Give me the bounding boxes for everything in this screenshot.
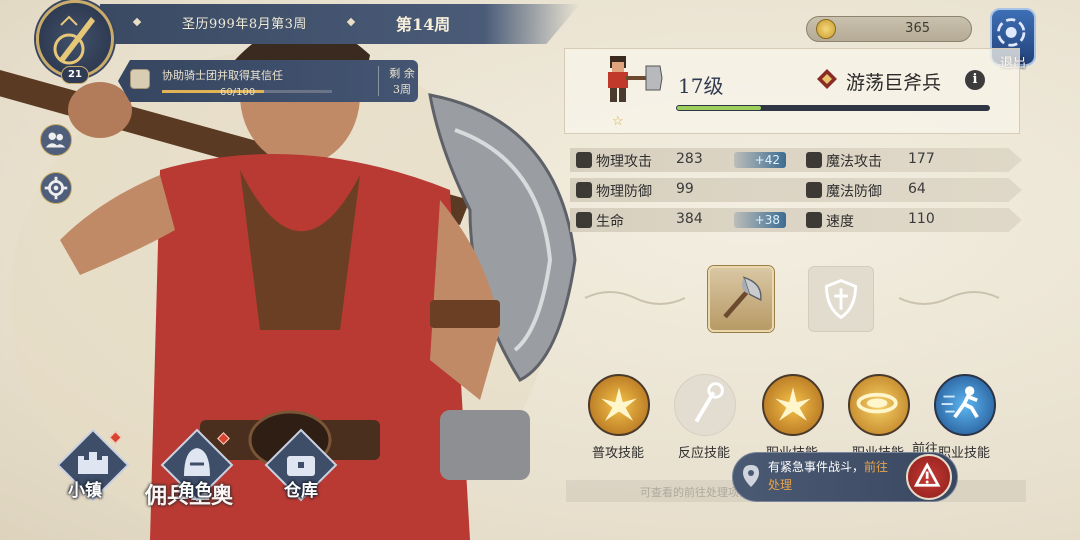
calendar-date: 圣历999年8月第3周 xyxy=(182,17,307,32)
shield-icon xyxy=(576,182,592,198)
burst-icon xyxy=(601,387,637,421)
armor-slot[interactable] xyxy=(808,266,874,332)
gear-icon xyxy=(44,176,68,200)
nav-town-label: 小镇 xyxy=(68,481,102,501)
stat-bonus-patk: +42 xyxy=(734,152,786,168)
quest-divider xyxy=(378,66,379,96)
shield-slot-icon xyxy=(824,279,858,320)
stat-value-hp: 384 xyxy=(676,211,703,227)
class-diamond-icon xyxy=(817,69,837,89)
wand-icon xyxy=(806,152,822,168)
stat-label-speed: 速度 xyxy=(826,214,854,230)
sword-icon xyxy=(576,152,592,168)
skill-class-3[interactable] xyxy=(934,374,996,436)
quest-remaining-value: 3周 xyxy=(393,83,411,96)
quest-title: 协助骑士团并取得其信任 xyxy=(162,69,283,82)
stat-value-patk: 283 xyxy=(676,151,703,167)
unit-class-name: 游荡巨斧兵 xyxy=(846,72,942,94)
player-level-badge: 21 xyxy=(61,66,89,84)
xp-fill xyxy=(677,106,762,110)
quest-scroll-icon xyxy=(130,69,150,89)
gold-amount: 365 xyxy=(905,21,930,36)
alert-icon xyxy=(913,462,941,487)
skill-basic-attack[interactable] xyxy=(588,374,650,436)
urgent-go-link-1[interactable]: 前往 xyxy=(864,460,888,474)
week-counter: 第14周 xyxy=(396,15,451,34)
stat-value-mdef: 64 xyxy=(908,181,926,197)
stat-label-matk: 魔法攻击 xyxy=(826,154,882,170)
nav-character-label: 角色 xyxy=(178,481,212,501)
stat-value-matk: 177 xyxy=(908,151,935,167)
stat-label-hp: 生命 xyxy=(596,214,624,230)
hat-icon xyxy=(806,182,822,198)
quest-progress-text: 60/100 xyxy=(220,87,256,98)
sword-crest-icon xyxy=(53,15,95,65)
unit-level: 17级 xyxy=(678,74,724,98)
party-button[interactable] xyxy=(40,124,72,156)
skill-class-2[interactable] xyxy=(848,374,910,436)
ornament-left xyxy=(584,291,686,305)
top-banner xyxy=(100,4,580,44)
quest-remaining: 剩 余 3周 xyxy=(382,66,422,98)
staff-icon xyxy=(694,382,724,423)
map-pin-icon xyxy=(743,465,759,487)
stat-row xyxy=(570,208,1022,232)
skill-reaction[interactable] xyxy=(674,374,736,436)
burst-icon xyxy=(775,387,811,421)
stat-label-patk: 物理攻击 xyxy=(596,154,652,170)
stat-value-pdef: 99 xyxy=(676,181,694,197)
stat-label-pdef: 物理防御 xyxy=(596,184,652,200)
urgent-go-link-2[interactable]: 处理 xyxy=(768,478,792,492)
ornament-right xyxy=(898,291,1000,305)
whirl-icon xyxy=(856,392,898,414)
quest-remaining-label: 剩 余 xyxy=(389,67,415,80)
alert-button[interactable] xyxy=(906,454,952,500)
stat-value-speed: 110 xyxy=(908,211,935,227)
runner-icon xyxy=(941,386,979,419)
heart-icon xyxy=(576,212,592,228)
coin-icon xyxy=(816,19,836,39)
people-icon xyxy=(45,132,66,148)
axe-icon xyxy=(723,276,762,319)
weapon-slot[interactable] xyxy=(708,266,774,332)
skill-label-0: 普攻技能 xyxy=(591,446,644,461)
stat-bonus-hp: +38 xyxy=(734,212,786,228)
game-screen: 圣历999年8月第3周 第14周 21 协助骑士团并取得其信任 60/100 剩… xyxy=(0,0,1080,540)
nav-storage-label: 仓库 xyxy=(284,481,318,501)
urgent-message: 有紧急事件战斗， xyxy=(768,460,865,474)
rank-star-icon: ☆ xyxy=(612,114,624,129)
settings-button[interactable] xyxy=(40,172,72,204)
stat-label-mdef: 魔法防御 xyxy=(826,184,882,200)
urgent-event-text: 有紧急事件战斗，前往处理 xyxy=(768,458,908,494)
wing-icon xyxy=(806,212,822,228)
unit-sprite xyxy=(608,56,663,102)
skill-label-1: 反应技能 xyxy=(677,446,730,461)
info-icon[interactable]: i xyxy=(965,70,985,90)
skill-class-1[interactable] xyxy=(762,374,824,436)
